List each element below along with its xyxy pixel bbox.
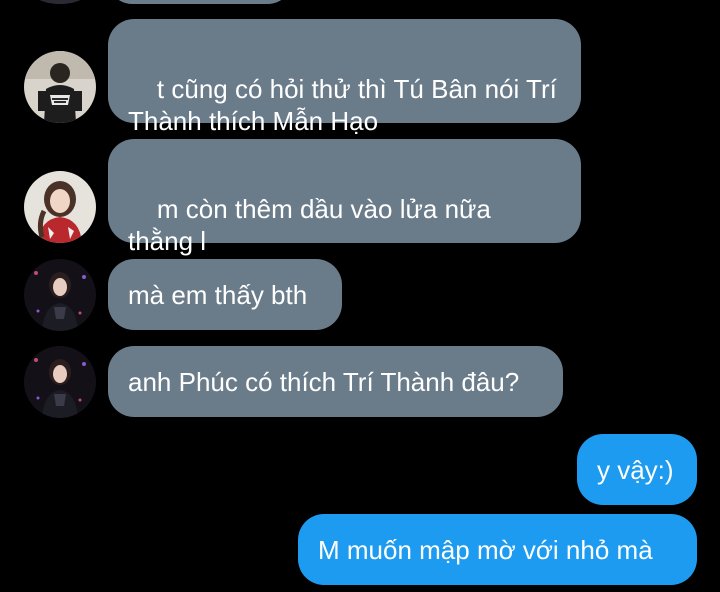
message-text: M muốn mập mờ với nhỏ mà [318, 534, 653, 565]
avatar-girl-red[interactable] [24, 171, 96, 243]
chat-thread: t cũng có hỏi thử thì Tú Bân nói Trí Thà… [0, 0, 720, 592]
message-text: anh Phúc có thích Trí Thành đâu? [128, 366, 520, 397]
message-text: m còn thêm dầu vào lửa nữa thằng l [128, 194, 491, 256]
avatar-girl-dark[interactable] [24, 346, 96, 418]
message-bubble[interactable]: anh Phúc có thích Trí Thành đâu? [108, 346, 563, 417]
message-text: mà em thấy bth [128, 279, 308, 310]
message-bubble[interactable]: t cũng có hỏi thử thì Tú Bân nói Trí Thà… [108, 19, 581, 136]
previous-avatar [24, 0, 96, 4]
previous-message-bubble[interactable] [108, 0, 292, 4]
message-text: t cũng có hỏi thử thì Tú Bân nói Trí Thà… [128, 74, 557, 136]
avatar-girl-dark[interactable] [24, 259, 96, 331]
avatar-boy[interactable] [24, 51, 96, 123]
sent-message-bubble[interactable]: M muốn mập mờ với nhỏ mà [298, 514, 697, 585]
message-bubble[interactable]: m còn thêm dầu vào lửa nữa thằng l [108, 139, 581, 256]
sent-message-bubble[interactable]: y vậy:) [577, 434, 697, 505]
message-text: y vậy:) [597, 454, 674, 485]
message-bubble[interactable]: mà em thấy bth [108, 259, 342, 330]
